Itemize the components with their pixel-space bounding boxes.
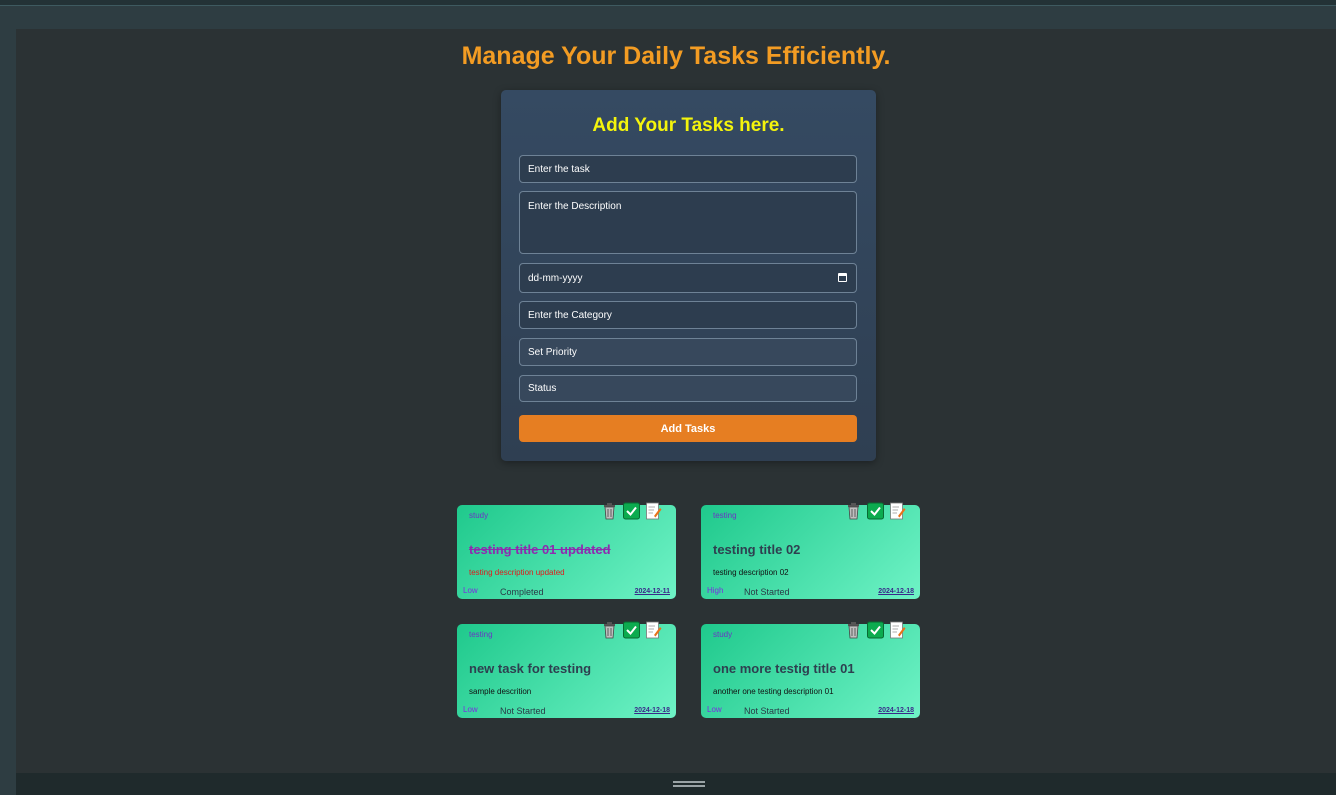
task-card: study one more testig title 01 another o… <box>701 621 920 718</box>
add-task-form: Add Your Tasks here. Enter the task Ente… <box>501 90 876 461</box>
task-date: 2024-12-18 <box>878 707 914 714</box>
task-priority: Low <box>707 705 722 714</box>
task-category: study <box>713 630 733 639</box>
task-status: Not Started <box>744 706 790 716</box>
trash-icon[interactable] <box>601 502 618 520</box>
calendar-icon[interactable] <box>838 273 847 282</box>
page-title: Manage Your Daily Tasks Efficiently. <box>461 42 891 70</box>
edit-icon[interactable] <box>889 621 906 639</box>
task-status: Not Started <box>500 706 546 716</box>
check-icon[interactable] <box>623 502 640 520</box>
priority-placeholder: Set Priority <box>528 346 577 358</box>
task-title: testing title 02 <box>713 542 801 557</box>
task-date: 2024-12-11 <box>634 588 670 595</box>
status-placeholder: Status <box>528 383 557 394</box>
task-priority: Low <box>463 586 478 595</box>
task-card: testing testing title 02 testing descrip… <box>701 502 920 599</box>
task-category: testing <box>469 630 493 639</box>
browser-top-bar <box>0 0 1336 29</box>
edit-icon[interactable] <box>645 502 662 520</box>
date-input[interactable]: dd-mm-yyyy <box>519 263 857 293</box>
date-placeholder: dd-mm-yyyy <box>528 272 583 284</box>
status-select[interactable]: Status <box>519 375 857 402</box>
task-card: study testing title 01 updated testing d… <box>457 502 676 599</box>
category-placeholder: Enter the Category <box>528 309 612 321</box>
task-input[interactable]: Enter the task <box>519 155 857 183</box>
edit-icon[interactable] <box>645 621 662 639</box>
description-textarea[interactable]: Enter the Description <box>519 191 857 254</box>
task-priority: High <box>707 586 724 595</box>
task-category: testing <box>713 511 737 520</box>
task-title: testing title 01 updated <box>469 542 611 557</box>
task-description: testing description 02 <box>713 568 789 577</box>
task-description: testing description updated <box>469 568 565 577</box>
task-title: new task for testing <box>469 661 592 676</box>
task-actions <box>845 621 906 639</box>
task-priority: Low <box>463 705 478 714</box>
category-input[interactable]: Enter the Category <box>519 301 857 329</box>
task-actions <box>845 502 906 520</box>
trash-icon[interactable] <box>601 621 618 639</box>
task-description: another one testing description 01 <box>713 687 834 696</box>
description-placeholder: Enter the Description <box>528 201 622 212</box>
check-icon[interactable] <box>867 621 884 639</box>
trash-icon[interactable] <box>845 621 862 639</box>
task-input-placeholder: Enter the task <box>528 163 590 175</box>
task-date: 2024-12-18 <box>878 588 914 595</box>
task-actions <box>601 621 662 639</box>
task-status: Completed <box>500 587 544 597</box>
add-tasks-button[interactable]: Add Tasks <box>519 415 857 442</box>
priority-select[interactable]: Set Priority <box>519 338 857 366</box>
task-date: 2024-12-18 <box>634 707 670 714</box>
task-description: sample descrition <box>469 687 532 696</box>
edit-icon[interactable] <box>889 502 906 520</box>
left-edge-strip <box>0 29 16 795</box>
check-icon[interactable] <box>623 621 640 639</box>
check-icon[interactable] <box>867 502 884 520</box>
task-title: one more testig title 01 <box>713 661 855 676</box>
bottom-resize-bar[interactable] <box>16 773 1336 795</box>
task-category: study <box>469 511 489 520</box>
drag-handle-icon[interactable] <box>673 781 705 787</box>
app-viewport: Manage Your Daily Tasks Efficiently. Add… <box>16 29 1336 773</box>
task-status: Not Started <box>744 587 790 597</box>
trash-icon[interactable] <box>845 502 862 520</box>
task-card: testing new task for testing sample desc… <box>457 621 676 718</box>
form-title: Add Your Tasks here. <box>592 115 785 136</box>
task-actions <box>601 502 662 520</box>
